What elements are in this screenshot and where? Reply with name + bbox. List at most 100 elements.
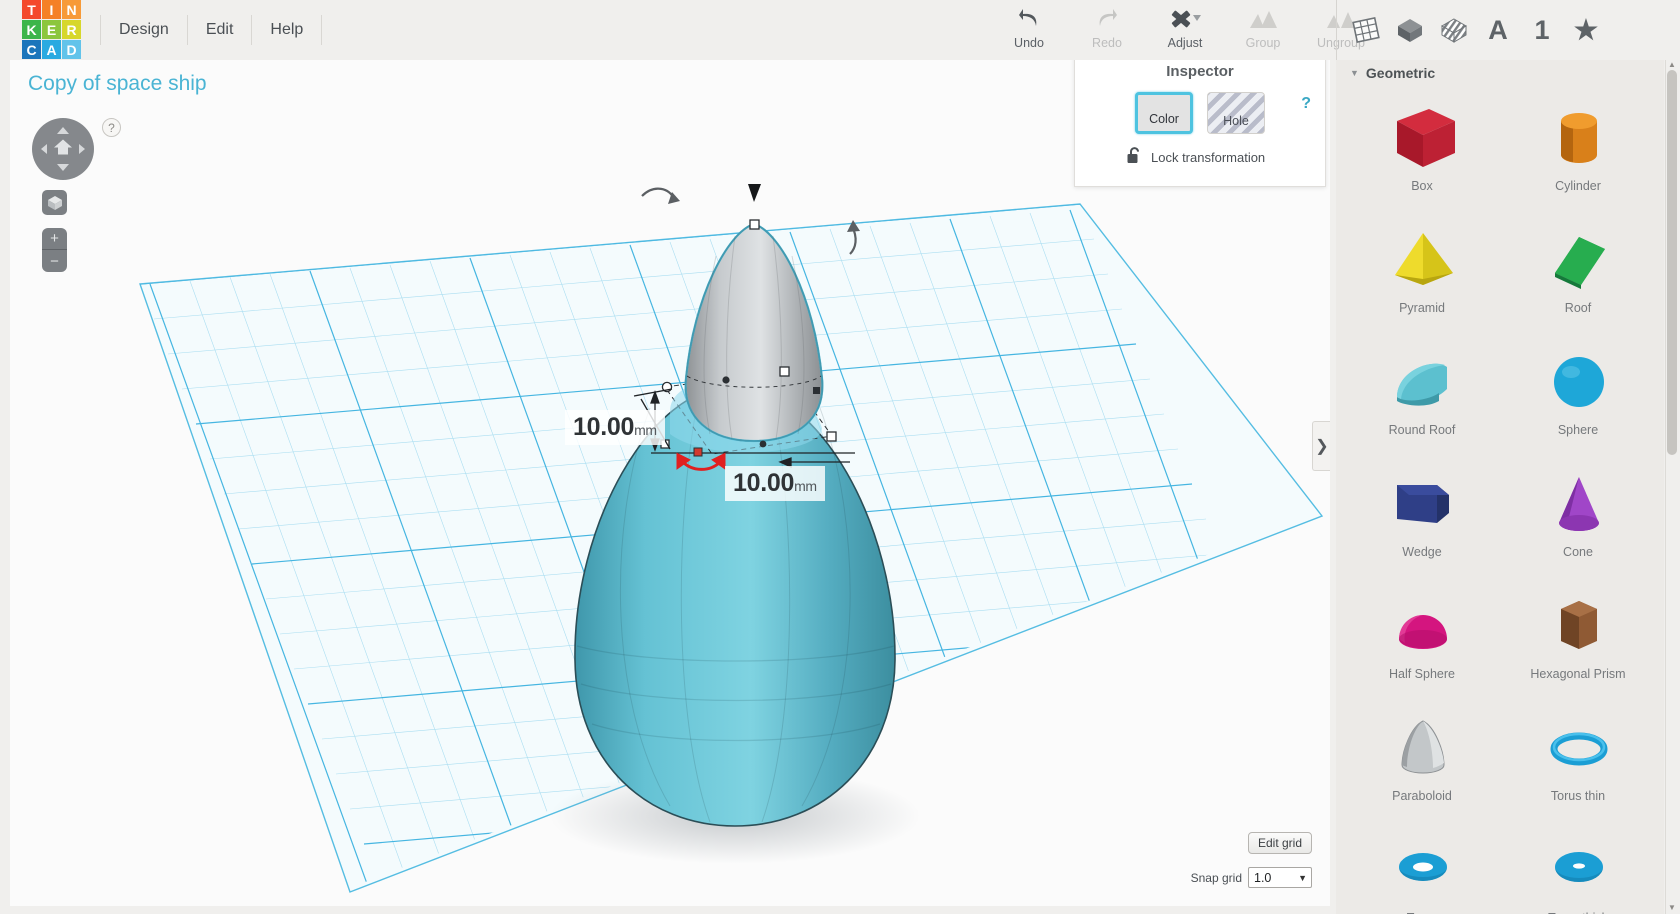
orbit-down-icon[interactable] xyxy=(57,164,69,171)
snap-grid-value: 1.0 xyxy=(1254,870,1272,885)
chevron-down-icon: ▼ xyxy=(1350,68,1359,78)
project-title[interactable]: Copy of space ship xyxy=(28,72,207,96)
toolbar-redo[interactable]: Redo xyxy=(1068,0,1146,56)
menu-edit[interactable]: Edit xyxy=(188,15,253,45)
inspector-title: Inspector xyxy=(1166,63,1234,80)
shape-item-cylinder[interactable]: Cylinder xyxy=(1500,91,1656,209)
corner-resize-handle xyxy=(826,431,837,442)
zoom-in-button[interactable]: + xyxy=(42,228,67,250)
hole-view-button[interactable] xyxy=(1435,10,1473,50)
menu-help[interactable]: Help xyxy=(252,15,323,45)
favorites-button[interactable]: ★ xyxy=(1567,10,1605,50)
inspector-help-icon[interactable]: ? xyxy=(1301,95,1311,113)
toolbar-adjust-label: Adjust xyxy=(1167,36,1203,50)
shape-label: Half Sphere xyxy=(1388,667,1455,681)
pyramid-shape-icon xyxy=(1381,219,1463,301)
shape-label: Paraboloid xyxy=(1392,789,1452,803)
dimension-label-height[interactable]: 10.00mm xyxy=(565,410,665,445)
shape-item-torus-thick[interactable]: Torus thick xyxy=(1500,823,1656,914)
dimension-value-width: 10.00 xyxy=(733,469,795,497)
scroll-down-icon[interactable]: ▼ xyxy=(1665,900,1679,914)
shape-item-box[interactable]: Box xyxy=(1344,91,1500,209)
orbit-up-icon[interactable] xyxy=(57,127,69,134)
shape-item-paraboloid[interactable]: Paraboloid xyxy=(1344,701,1500,819)
shape-item-torus[interactable]: Torus xyxy=(1344,823,1500,914)
tinkercad-app: T I N K E R C A D Design Edit Help Undo xyxy=(0,0,1680,914)
tinkercad-logo[interactable]: T I N K E R C A D xyxy=(22,0,82,60)
toolbar-group-label: Group xyxy=(1245,36,1281,50)
logo-cell: T xyxy=(22,0,41,19)
library-scrollbar-thumb[interactable] xyxy=(1667,70,1677,455)
shape-label: Torus thin xyxy=(1550,789,1606,803)
toolbar-adjust[interactable]: Adjust xyxy=(1146,0,1224,56)
inspector-panel: Inspector Color Hole ? Lock transformati… xyxy=(1074,52,1326,187)
shape-label: Pyramid xyxy=(1399,301,1445,315)
shape-item-half-sphere[interactable]: Half Sphere xyxy=(1344,579,1500,697)
shape-item-sphere[interactable]: Sphere xyxy=(1500,335,1656,453)
torus-thin-shape-icon xyxy=(1537,707,1619,789)
shape-library-panel: ▼ Geometric Box Cylinder Pyramid Roof Ro… xyxy=(1336,56,1664,914)
snap-grid-select[interactable]: 1.0 ▼ xyxy=(1248,867,1312,888)
hexagonal-prism-shape-icon xyxy=(1537,585,1619,667)
logo-cell: K xyxy=(22,20,41,39)
unlock-icon xyxy=(1127,147,1142,167)
color-swatch-button[interactable]: Color xyxy=(1135,92,1193,134)
zoom-out-button[interactable]: − xyxy=(42,250,67,272)
shape-item-cone[interactable]: Cone xyxy=(1500,457,1656,575)
hole-swatch-button[interactable]: Hole xyxy=(1207,92,1265,134)
view-toolbar: A 1 ★ xyxy=(1336,0,1605,60)
orbit-left-icon[interactable] xyxy=(41,144,47,154)
toolbar-undo[interactable]: Undo xyxy=(990,0,1068,56)
cone-shape-icon xyxy=(1537,463,1619,545)
shape-item-hexagonal-prism[interactable]: Hexagonal Prism xyxy=(1500,579,1656,697)
toolbar-group[interactable]: Group xyxy=(1224,0,1302,56)
toolbar-redo-label: Redo xyxy=(1092,36,1122,50)
library-category-header[interactable]: ▼ Geometric xyxy=(1336,56,1664,87)
half-sphere-shape-icon xyxy=(1381,585,1463,667)
zoom-controls: + − xyxy=(42,228,67,272)
shape-item-pyramid[interactable]: Pyramid xyxy=(1344,213,1500,331)
logo-cell: I xyxy=(42,0,61,19)
snap-grid-label: Snap grid xyxy=(1190,870,1242,885)
logo-cell: D xyxy=(62,40,81,59)
shape-label: Sphere xyxy=(1557,423,1599,437)
torus-thick-shape-icon xyxy=(1537,829,1619,911)
view-orbit-dial[interactable] xyxy=(32,118,94,180)
paraboloid-shape-icon xyxy=(1381,707,1463,789)
shape-item-roof[interactable]: Roof xyxy=(1500,213,1656,331)
edit-grid-button[interactable]: Edit grid xyxy=(1247,832,1312,854)
sphere-shape-icon xyxy=(1537,341,1619,423)
solid-view-button[interactable] xyxy=(1391,10,1429,50)
workplane-button[interactable] xyxy=(1347,10,1385,50)
logo-cell: A xyxy=(42,40,61,59)
logo-cell: N xyxy=(62,0,81,19)
text-tool-button[interactable]: A xyxy=(1479,10,1517,50)
menu-design[interactable]: Design xyxy=(100,15,188,45)
roof-shape-icon xyxy=(1537,219,1619,301)
chevron-down-icon: ▼ xyxy=(1298,872,1307,883)
library-category-label: Geometric xyxy=(1365,65,1436,81)
orbit-right-icon[interactable] xyxy=(79,144,85,154)
shape-item-round-roof[interactable]: Round Roof xyxy=(1344,335,1500,453)
fit-view-button[interactable] xyxy=(42,190,67,215)
shape-item-wedge[interactable]: Wedge xyxy=(1344,457,1500,575)
box-shape-icon xyxy=(1381,97,1463,179)
help-badge[interactable]: ? xyxy=(102,118,121,137)
lock-transformation-row[interactable]: Lock transformation xyxy=(1075,147,1325,167)
logo-cell: E xyxy=(42,20,61,39)
dimension-value-height: 10.00 xyxy=(573,413,635,441)
shape-label: Round Roof xyxy=(1388,423,1456,437)
inspector-swatches: Color Hole xyxy=(1075,92,1325,134)
shape-label: Hexagonal Prism xyxy=(1530,667,1626,681)
panel-collapse-handle[interactable]: ❯ xyxy=(1312,421,1330,471)
ruler-tool-button[interactable]: 1 xyxy=(1523,10,1561,50)
home-view-icon[interactable] xyxy=(53,138,73,161)
snap-grid-control: Snap grid 1.0 ▼ xyxy=(1191,867,1312,888)
shape-item-torus-thin[interactable]: Torus thin xyxy=(1500,701,1656,819)
dimension-unit-width: mm xyxy=(794,478,817,494)
torus-shape-icon xyxy=(1381,829,1463,911)
shape-label: Roof xyxy=(1564,301,1592,315)
dimension-label-width[interactable]: 10.00mm xyxy=(725,466,825,501)
undo-icon xyxy=(1016,6,1042,32)
top-bar: T I N K E R C A D Design Edit Help Undo xyxy=(0,0,1680,60)
